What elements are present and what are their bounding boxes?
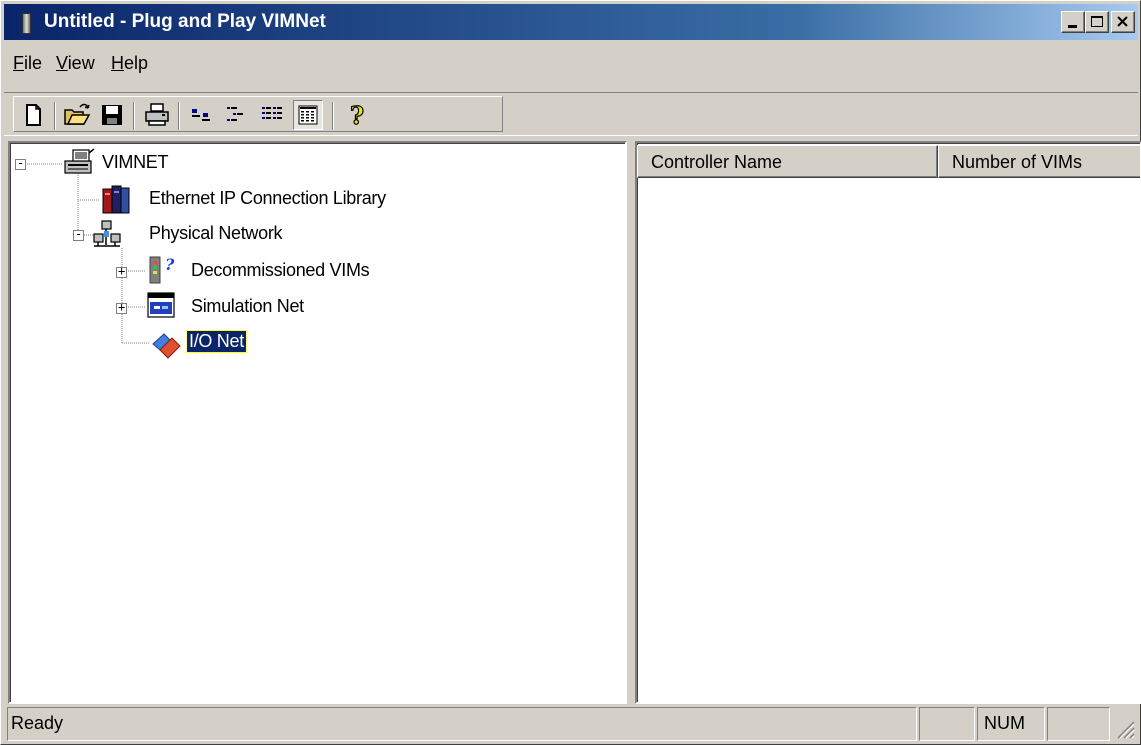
tree-node-decommissioned-vims[interactable]: Decommissioned VIMs [191,260,370,281]
save-icon [102,105,122,125]
status-panel-caps [919,707,975,741]
close-button[interactable] [1111,11,1135,33]
large-icons-icon [192,109,210,121]
print-button[interactable] [142,100,172,130]
status-bar: Ready NUM [4,706,1138,742]
toolbar-separator [178,102,180,130]
toolbar-separator [332,102,334,130]
application-window: Untitled - Plug and Play VIMNet File Vie… [0,0,1141,745]
collapse-toggle-physical-network[interactable]: - [73,227,84,241]
resize-grip-icon[interactable] [1114,718,1136,740]
library-books-icon [102,185,130,214]
tree-node-physical-network[interactable]: Physical Network [149,223,283,244]
io-net-icon [152,333,181,359]
menu-file[interactable]: File [13,53,42,74]
status-text: Ready [7,707,917,741]
tree-node-vimnet[interactable]: VIMNET [102,152,169,173]
small-icons-button[interactable] [222,100,252,130]
title-bar[interactable]: Untitled - Plug and Play VIMNet [4,4,1138,40]
toolbar-separator [54,102,56,130]
new-button[interactable] [18,100,48,130]
expand-toggle-simulation-net[interactable]: + [116,300,127,314]
app-icon[interactable] [22,13,31,34]
decommissioned-vim-icon: ? [149,255,175,284]
toolbar-separator [133,102,135,130]
menu-bar: File View Help [4,41,1138,89]
small-icons-icon [227,107,243,121]
toolbar-band: ? [13,96,503,132]
large-icons-button[interactable] [187,100,217,130]
tree-node-simulation-net[interactable]: Simulation Net [191,296,304,317]
open-button[interactable] [62,100,92,130]
tree-view[interactable]: - VIMNET Ethernet IP Connection Library … [8,141,627,704]
simulation-net-icon [147,292,175,318]
tree-node-ethernet-ip-library[interactable]: Ethernet IP Connection Library [149,188,386,209]
status-panel-num: NUM [977,707,1045,741]
maximize-button[interactable] [1085,11,1109,33]
column-header-number-of-vims[interactable]: Number of VIMs [938,145,1140,178]
svg-text:?: ? [165,255,175,274]
minimize-button[interactable] [1061,11,1085,33]
collapse-toggle-vimnet[interactable]: - [15,156,26,170]
tree-node-io-net[interactable]: I/O Net [186,330,247,353]
expand-toggle-decommissioned-vims[interactable]: + [116,264,127,278]
physical-network-icon [93,220,121,247]
column-header-controller-name[interactable]: Controller Name [637,145,938,178]
svg-text:?: ? [350,101,364,130]
menu-view[interactable]: View [56,53,95,74]
list-button[interactable] [257,100,287,130]
list-view-icon [262,107,282,119]
print-icon [145,103,169,126]
window-title: Untitled - Plug and Play VIMNet [44,11,326,32]
details-button[interactable] [293,100,323,130]
save-button[interactable] [97,100,127,130]
close-icon [1117,16,1128,27]
menu-help[interactable]: Help [111,53,148,74]
minimize-icon [1068,25,1077,28]
details-view-icon [298,105,318,125]
status-panel-scroll [1047,707,1110,741]
maximize-icon [1091,16,1103,27]
network-computer-icon [64,148,95,174]
new-icon [26,104,41,126]
help-button[interactable]: ? [341,100,371,130]
toolbar: ? [4,92,1138,136]
help-icon: ? [349,100,364,130]
list-view[interactable]: Controller Name Number of VIMs [635,141,1141,704]
open-icon [64,103,91,125]
